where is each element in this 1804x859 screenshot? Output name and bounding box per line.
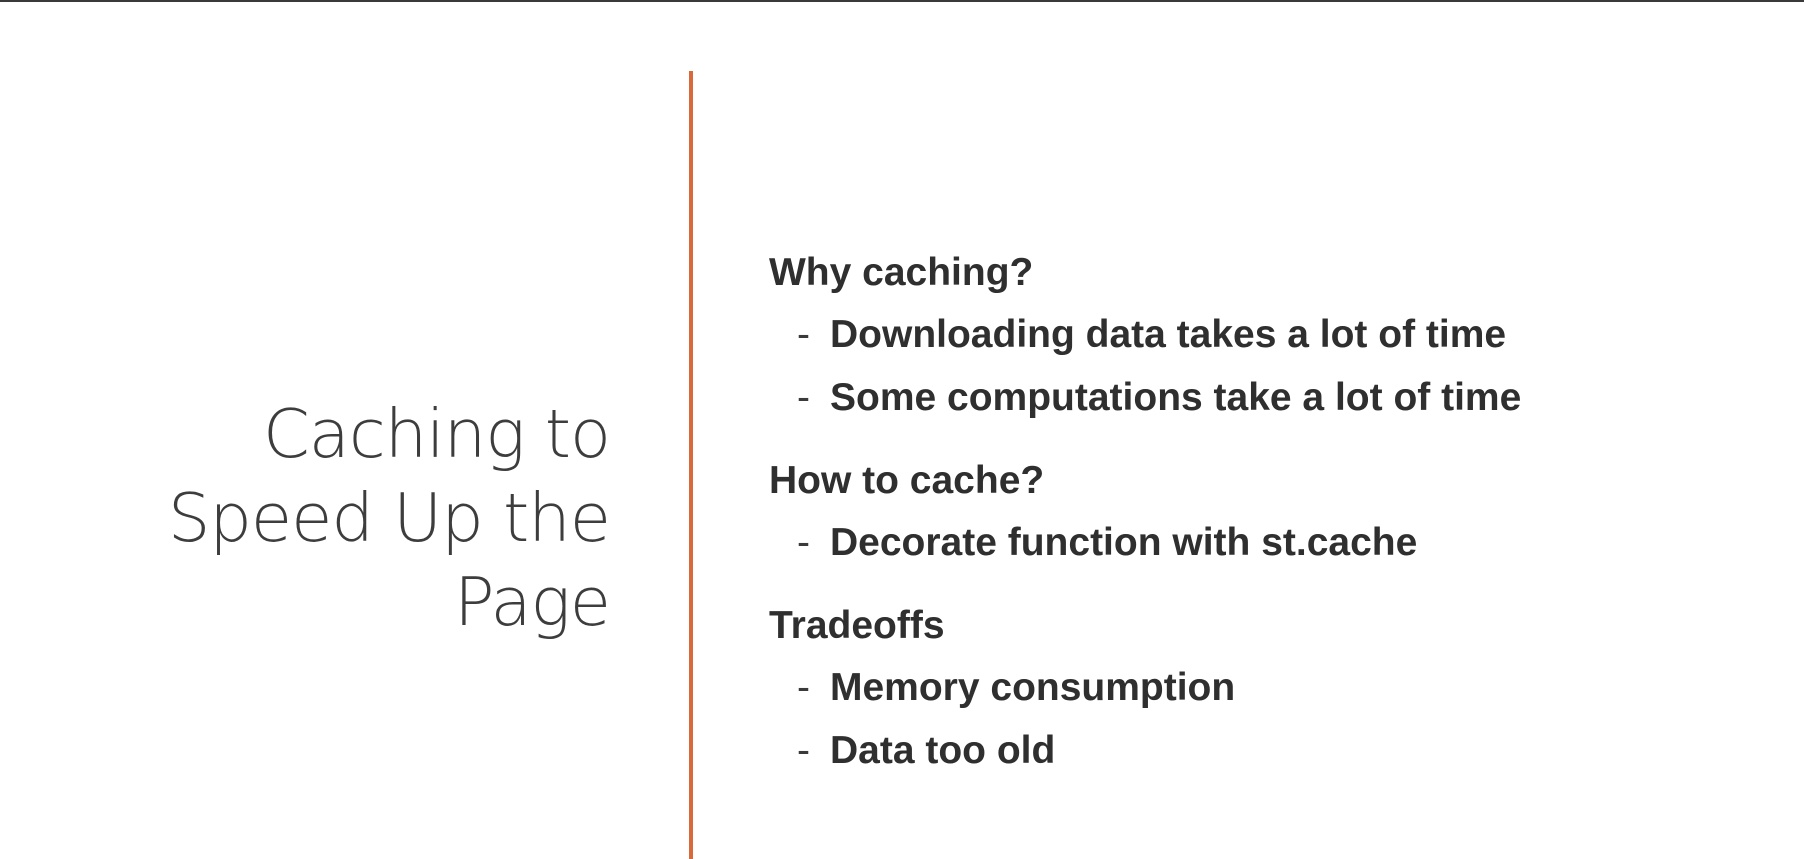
list-item: - Decorate function with st.cache	[769, 511, 1769, 574]
bullet-text: Downloading data takes a lot of time	[830, 313, 1507, 356]
vertical-accent-divider	[689, 71, 693, 859]
bullet-dash: -	[797, 313, 810, 356]
slide-title-line: Page	[454, 563, 611, 641]
section-heading: Why caching?	[769, 251, 1034, 294]
list-item: - Memory consumption	[769, 656, 1769, 719]
section-heading: How to cache?	[769, 459, 1045, 502]
bullet-text: Data too old	[830, 729, 1056, 772]
section-tradeoffs: Tradeoffs - Memory consumption - Data to…	[769, 596, 1769, 782]
bullet-text: Decorate function with st.cache	[830, 521, 1418, 564]
list-item: - Downloading data takes a lot of time	[769, 303, 1769, 366]
slide-title: Caching to Speed Up the Page	[90, 392, 611, 644]
bullet-list: - Memory consumption - Data too old	[769, 656, 1769, 782]
list-item: - Data too old	[769, 719, 1769, 782]
bullet-dash: -	[797, 729, 810, 772]
section-heading: Tradeoffs	[769, 604, 945, 647]
section-why-caching: Why caching? - Downloading data takes a …	[769, 243, 1769, 429]
slide-content: Why caching? - Downloading data takes a …	[769, 243, 1769, 804]
bullet-dash: -	[797, 376, 810, 419]
bullet-dash: -	[797, 666, 810, 709]
bullet-list: - Decorate function with st.cache	[769, 511, 1769, 574]
section-how-to-cache: How to cache? - Decorate function with s…	[769, 451, 1769, 574]
bullet-list: - Downloading data takes a lot of time -…	[769, 303, 1769, 429]
slide-title-line: Speed Up the	[167, 479, 611, 557]
bullet-dash: -	[797, 521, 810, 564]
list-item: - Some computations take a lot of time	[769, 366, 1769, 429]
slide-title-line: Caching to	[263, 395, 611, 473]
bullet-text: Some computations take a lot of time	[830, 376, 1522, 419]
top-border-rule	[0, 0, 1804, 2]
bullet-text: Memory consumption	[830, 666, 1236, 709]
